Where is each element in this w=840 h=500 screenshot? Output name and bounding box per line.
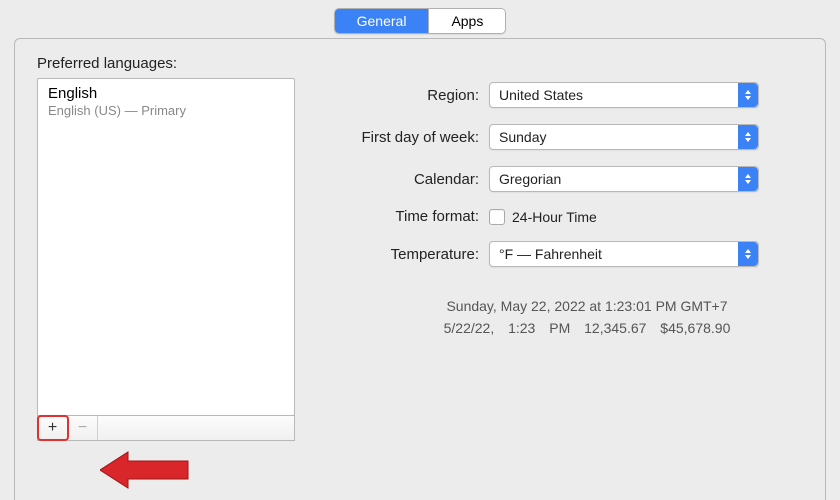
- preferences-window: General Apps Preferred languages: Englis…: [0, 0, 840, 500]
- temperature-select[interactable]: °F — Fahrenheit: [489, 241, 759, 267]
- add-language-button[interactable]: +: [38, 416, 68, 440]
- calendar-label: Calendar:: [331, 171, 489, 188]
- calendar-row: Calendar: Gregorian: [331, 166, 803, 192]
- first-day-label: First day of week:: [331, 129, 489, 146]
- time-format-checkbox[interactable]: [489, 209, 505, 225]
- first-day-value: Sunday: [499, 129, 546, 145]
- chevron-updown-icon: [738, 125, 758, 149]
- time-format-label: Time format:: [331, 208, 489, 225]
- languages-list[interactable]: English English (US) — Primary: [37, 78, 295, 416]
- format-example: Sunday, May 22, 2022 at 1:23:01 PM GMT+7…: [331, 295, 803, 340]
- region-label: Region:: [331, 87, 489, 104]
- tab-bar: General Apps: [0, 0, 840, 34]
- region-select[interactable]: United States: [489, 82, 759, 108]
- calendar-value: Gregorian: [499, 171, 561, 187]
- columns: English English (US) — Primary + − Regio…: [37, 78, 803, 441]
- chevron-updown-icon: [738, 167, 758, 191]
- languages-column: English English (US) — Primary + −: [37, 78, 295, 441]
- time-format-row: Time format: 24-Hour Time: [331, 208, 803, 225]
- language-subtitle: English (US) — Primary: [48, 103, 284, 118]
- region-row: Region: United States: [331, 82, 803, 108]
- temperature-label: Temperature:: [331, 246, 489, 263]
- preferred-languages-label: Preferred languages:: [37, 55, 803, 72]
- time-format-control: 24-Hour Time: [489, 209, 597, 225]
- example-line-1: Sunday, May 22, 2022 at 1:23:01 PM GMT+7: [371, 295, 803, 317]
- time-format-checkbox-label: 24-Hour Time: [512, 209, 597, 225]
- region-value: United States: [499, 87, 583, 103]
- language-name: English: [48, 85, 284, 102]
- add-remove-bar: + −: [37, 415, 295, 441]
- annotation-arrow-icon: [100, 448, 190, 492]
- tab-general[interactable]: General: [335, 9, 430, 33]
- temperature-row: Temperature: °F — Fahrenheit: [331, 241, 803, 267]
- example-line-2: 5/22/22, 1:23 PM 12,345.67 $45,678.90: [371, 317, 803, 339]
- settings-column: Region: United States First day of week:…: [331, 78, 803, 340]
- content-frame: Preferred languages: English English (US…: [14, 38, 826, 500]
- remove-language-button[interactable]: −: [68, 416, 98, 440]
- first-day-row: First day of week: Sunday: [331, 124, 803, 150]
- temperature-value: °F — Fahrenheit: [499, 246, 602, 262]
- chevron-updown-icon: [738, 83, 758, 107]
- calendar-select[interactable]: Gregorian: [489, 166, 759, 192]
- tab-apps[interactable]: Apps: [429, 9, 505, 33]
- first-day-select[interactable]: Sunday: [489, 124, 759, 150]
- tab-segment: General Apps: [334, 8, 507, 34]
- chevron-updown-icon: [738, 242, 758, 266]
- language-item[interactable]: English English (US) — Primary: [38, 79, 294, 126]
